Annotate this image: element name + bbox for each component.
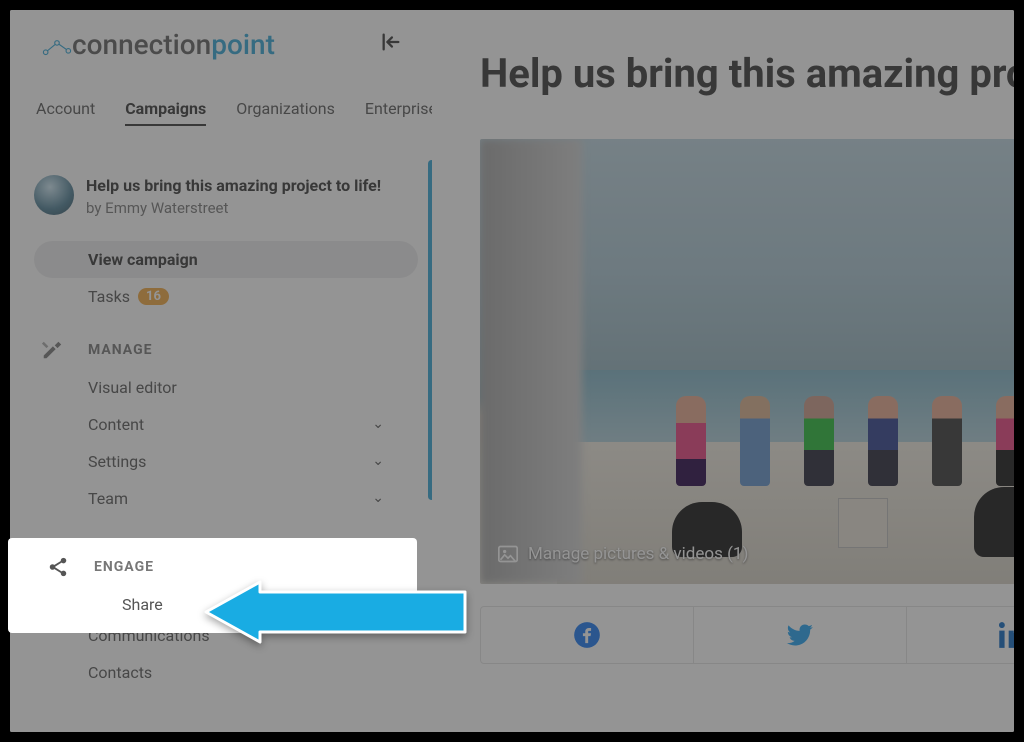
sidebar-item-tasks[interactable]: Tasks 16: [34, 278, 418, 315]
logo-text-1: connection: [72, 28, 211, 61]
sidebar-item-label: Tasks: [88, 287, 130, 306]
hero-blur-strip: [480, 139, 582, 584]
hero-people: [659, 326, 1014, 486]
wrench-icon: [38, 339, 66, 361]
sidebar-item-label: Contacts: [88, 663, 152, 682]
sidebar-item-view-campaign[interactable]: View campaign: [34, 241, 418, 278]
logo[interactable]: connectionpoint: [40, 28, 275, 61]
sidebar-item-content[interactable]: Content ⌄: [34, 406, 418, 443]
nav-tabs: Account Campaigns Organizations Enterpri…: [10, 61, 432, 126]
share-nodes-icon: [44, 556, 72, 578]
sidebar-item-label: Content: [88, 415, 144, 434]
tab-campaigns[interactable]: Campaigns: [125, 99, 206, 126]
campaign-avatar: [34, 175, 74, 215]
hero-image[interactable]: Manage pictures & videos (1): [480, 139, 1014, 584]
tab-enterprise[interactable]: Enterprise: [365, 99, 437, 126]
campaign-byline: by Emmy Waterstreet: [86, 199, 381, 217]
share-twitter-button[interactable]: [694, 607, 907, 663]
sidebar-item-label: Visual editor: [88, 378, 177, 397]
collapse-sidebar-button[interactable]: [380, 31, 402, 59]
twitter-icon: [786, 621, 814, 649]
page-title: Help us bring this amazing project to li…: [480, 50, 1014, 97]
tasks-badge: 16: [138, 288, 169, 305]
tab-account[interactable]: Account: [36, 99, 95, 126]
facebook-icon: [573, 621, 601, 649]
sidebar-item-label: Share: [122, 595, 163, 614]
section-header-label: ENGAGE: [94, 559, 154, 575]
manage-media-button[interactable]: Manage pictures & videos (1): [480, 528, 1014, 584]
logo-icon: [40, 35, 74, 61]
linkedin-icon: [999, 621, 1014, 649]
social-share-row: [480, 606, 1014, 664]
sidebar-item-visual-editor[interactable]: Visual editor: [34, 369, 418, 406]
campaign-title: Help us bring this amazing project to li…: [86, 175, 381, 197]
tab-organizations[interactable]: Organizations: [236, 99, 335, 126]
sidebar-item-contacts[interactable]: Contacts: [34, 654, 418, 691]
sidebar-item-label: Settings: [88, 452, 146, 471]
section-header-manage: MANAGE: [34, 315, 406, 369]
share-linkedin-button[interactable]: [907, 607, 1014, 663]
chevron-down-icon: ⌄: [372, 490, 384, 506]
callout-arrow: [200, 580, 470, 644]
sidebar-header: connectionpoint: [10, 10, 432, 61]
share-facebook-button[interactable]: [481, 607, 694, 663]
campaign-card[interactable]: Help us bring this amazing project to li…: [34, 175, 406, 217]
sidebar-item-label: Team: [88, 489, 128, 508]
logo-text-2: point: [211, 28, 275, 61]
section-header-label: MANAGE: [88, 342, 153, 358]
sidebar-scroll-area: Help us bring this amazing project to li…: [10, 160, 430, 732]
main-content: Help us bring this amazing project to li…: [432, 10, 1014, 732]
sidebar-item-settings[interactable]: Settings ⌄: [34, 443, 418, 480]
chevron-down-icon: ⌄: [372, 453, 384, 469]
campaign-texts: Help us bring this amazing project to li…: [86, 175, 381, 217]
sidebar-item-label: View campaign: [88, 250, 198, 269]
image-icon: [498, 545, 518, 563]
sidebar-item-team[interactable]: Team ⌄: [34, 480, 418, 517]
chevron-down-icon: ⌄: [372, 416, 384, 432]
collapse-icon: [380, 31, 402, 53]
manage-media-label: Manage pictures & videos (1): [528, 544, 748, 564]
